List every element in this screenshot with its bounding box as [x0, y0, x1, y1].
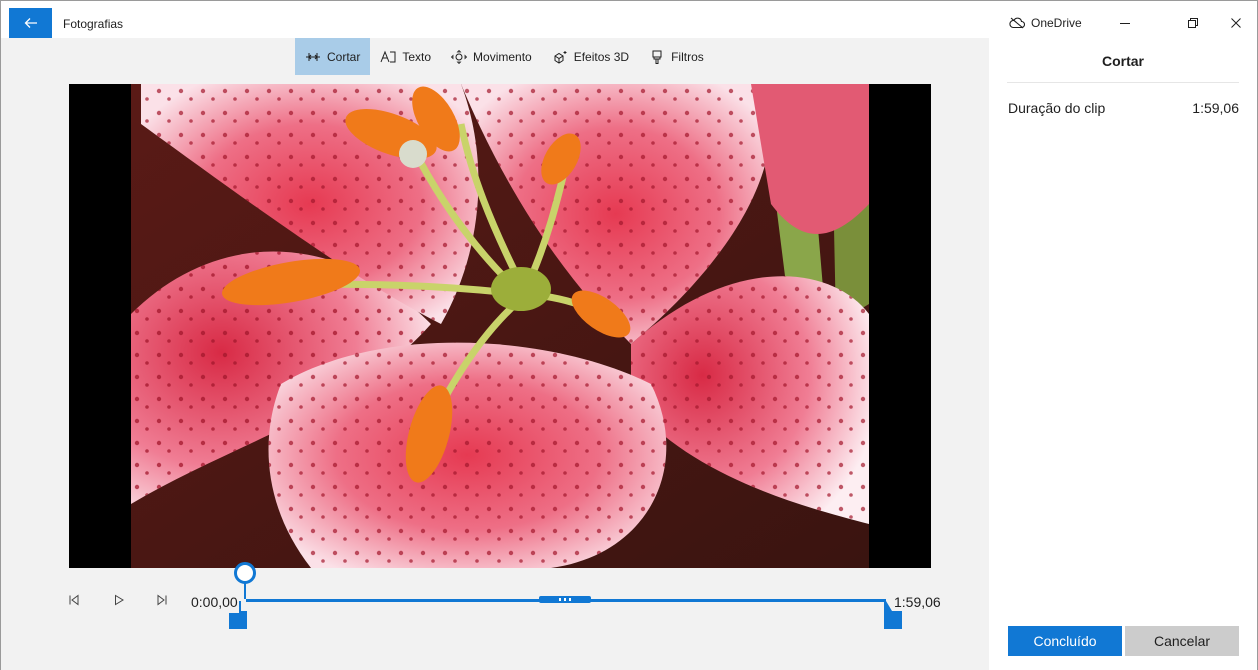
- text-icon: [380, 50, 396, 62]
- app-title: Fotografias: [63, 17, 124, 31]
- step-back-icon: [69, 594, 79, 606]
- title-bar: Fotografias OneDrive: [1, 1, 1257, 38]
- grip-dot: [559, 598, 561, 601]
- photos-app-window: Fotografias OneDrive Cortar Texto Movime…: [0, 0, 1258, 670]
- motion-icon: [451, 49, 468, 64]
- trim-side-panel: Cortar Duração do clip 1:59,06 Concluído…: [989, 38, 1257, 670]
- tab-efeitos-3d[interactable]: Efeitos 3D: [542, 38, 639, 75]
- step-forward-icon: [157, 594, 167, 606]
- effects-3d-icon: [554, 50, 567, 64]
- tab-movimento-label: Movimento: [473, 49, 532, 64]
- next-frame-button[interactable]: [153, 591, 171, 609]
- trim-icon: [306, 52, 320, 61]
- tab-filtros-label: Filtros: [671, 49, 704, 64]
- panel-divider: [1007, 82, 1239, 83]
- tab-texto[interactable]: Texto: [370, 38, 441, 75]
- onedrive-status[interactable]: OneDrive: [1009, 16, 1082, 30]
- edit-toolbar: Cortar Texto Movimento Efeitos 3D Filtro…: [295, 38, 714, 75]
- grip-dot: [564, 598, 566, 601]
- clip-duration-label: Duração do clip: [1008, 100, 1106, 116]
- done-button[interactable]: Concluído: [1008, 626, 1122, 656]
- timeline-drag-grip[interactable]: [539, 596, 591, 603]
- clip-duration-value: 1:59,06: [1192, 100, 1239, 116]
- cancel-button[interactable]: Cancelar: [1125, 626, 1239, 656]
- maximize-icon: [1188, 18, 1198, 28]
- play-icon: [115, 594, 124, 606]
- back-button[interactable]: [9, 8, 52, 38]
- onedrive-label: OneDrive: [1031, 16, 1082, 30]
- panel-title: Cortar: [1101, 53, 1144, 69]
- play-button[interactable]: [110, 591, 128, 609]
- tab-cortar-label: Cortar: [327, 49, 361, 64]
- close-button[interactable]: [1213, 8, 1258, 38]
- grip-dot: [569, 598, 571, 601]
- trim-end-handle[interactable]: [884, 601, 902, 629]
- minimize-button[interactable]: [1102, 8, 1148, 38]
- cloud-off-icon: [1009, 17, 1025, 29]
- tab-texto-label: Texto: [402, 49, 432, 64]
- tab-cortar[interactable]: Cortar: [295, 38, 371, 75]
- previous-frame-button[interactable]: [65, 591, 83, 609]
- tab-filtros[interactable]: Filtros: [639, 38, 714, 75]
- tab-movimento[interactable]: Movimento: [441, 38, 542, 75]
- video-editor-area: Cortar Texto Movimento Efeitos 3D Filtro…: [1, 38, 989, 670]
- video-preview[interactable]: [69, 84, 931, 568]
- close-icon: [1231, 18, 1241, 28]
- playhead-stem: [244, 583, 246, 599]
- minimize-icon: [1120, 23, 1130, 24]
- tab-efeitos-3d-label: Efeitos 3D: [573, 49, 630, 64]
- back-arrow-icon: [24, 18, 37, 28]
- filter-icon: [652, 50, 662, 64]
- trim-start-handle[interactable]: [229, 601, 247, 629]
- maximize-button[interactable]: [1170, 8, 1216, 38]
- video-frame-lily: [131, 84, 869, 568]
- playhead-handle[interactable]: [234, 562, 256, 584]
